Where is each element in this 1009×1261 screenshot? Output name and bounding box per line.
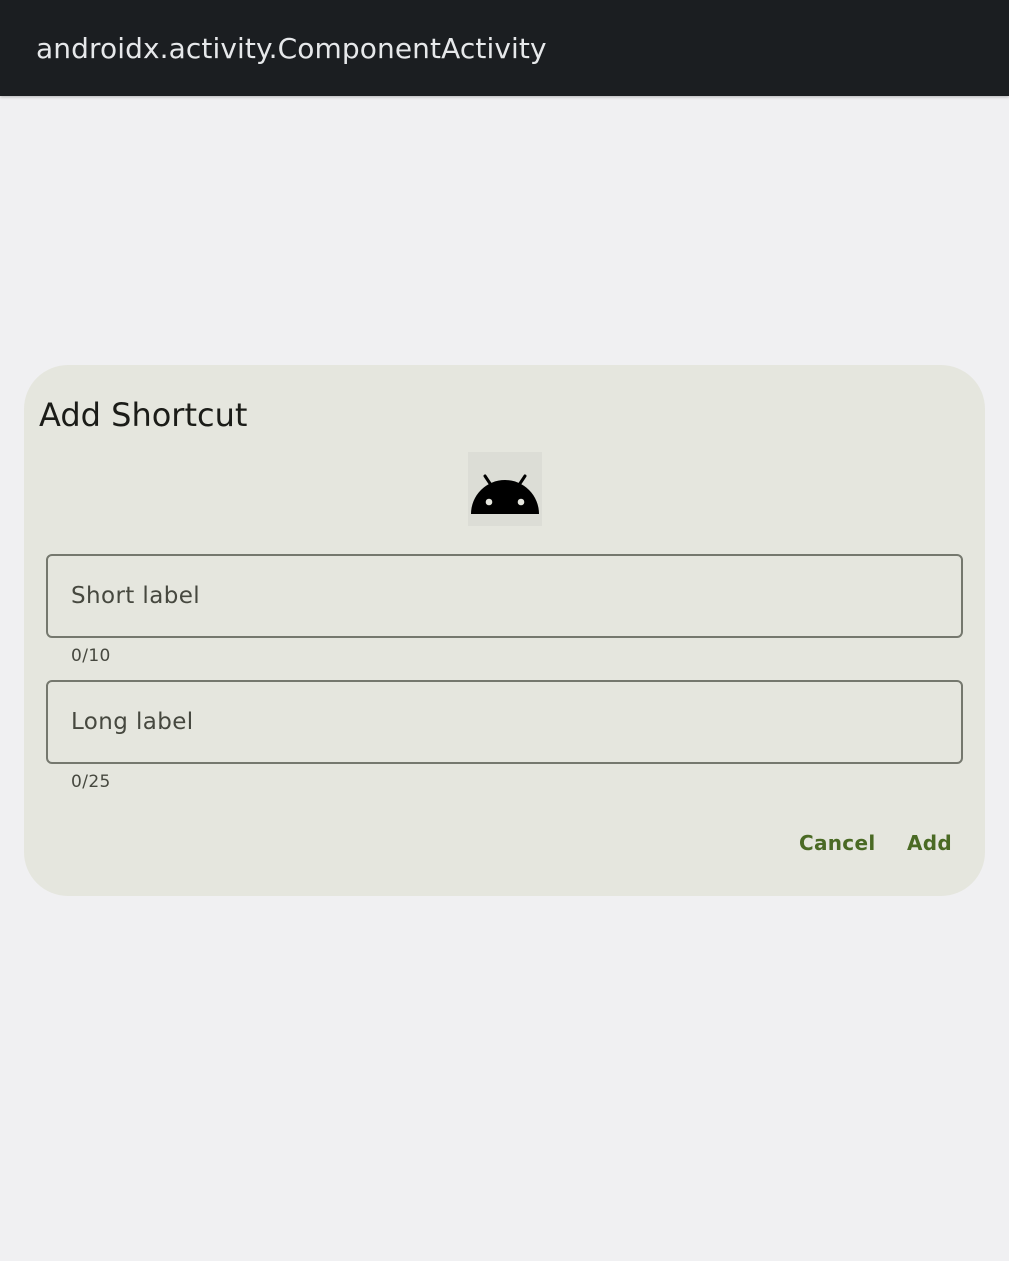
short-label-counter: 0/10 <box>71 646 111 666</box>
short-label-placeholder: Short label <box>71 583 201 609</box>
app-bar: androidx.activity.ComponentActivity <box>0 0 1009 96</box>
dialog-title: Add Shortcut <box>39 396 248 434</box>
cancel-button[interactable]: Cancel <box>799 827 876 859</box>
long-label-placeholder: Long label <box>71 709 194 735</box>
shortcut-icon-picker[interactable] <box>468 452 542 526</box>
add-shortcut-dialog: Add Shortcut Short label 0/10 Long label… <box>24 365 985 896</box>
add-button[interactable]: Add <box>907 827 952 859</box>
app-title: androidx.activity.ComponentActivity <box>36 32 547 65</box>
android-icon <box>471 474 539 514</box>
short-label-input[interactable]: Short label <box>46 554 963 638</box>
long-label-input[interactable]: Long label <box>46 680 963 764</box>
long-label-counter: 0/25 <box>71 772 111 792</box>
